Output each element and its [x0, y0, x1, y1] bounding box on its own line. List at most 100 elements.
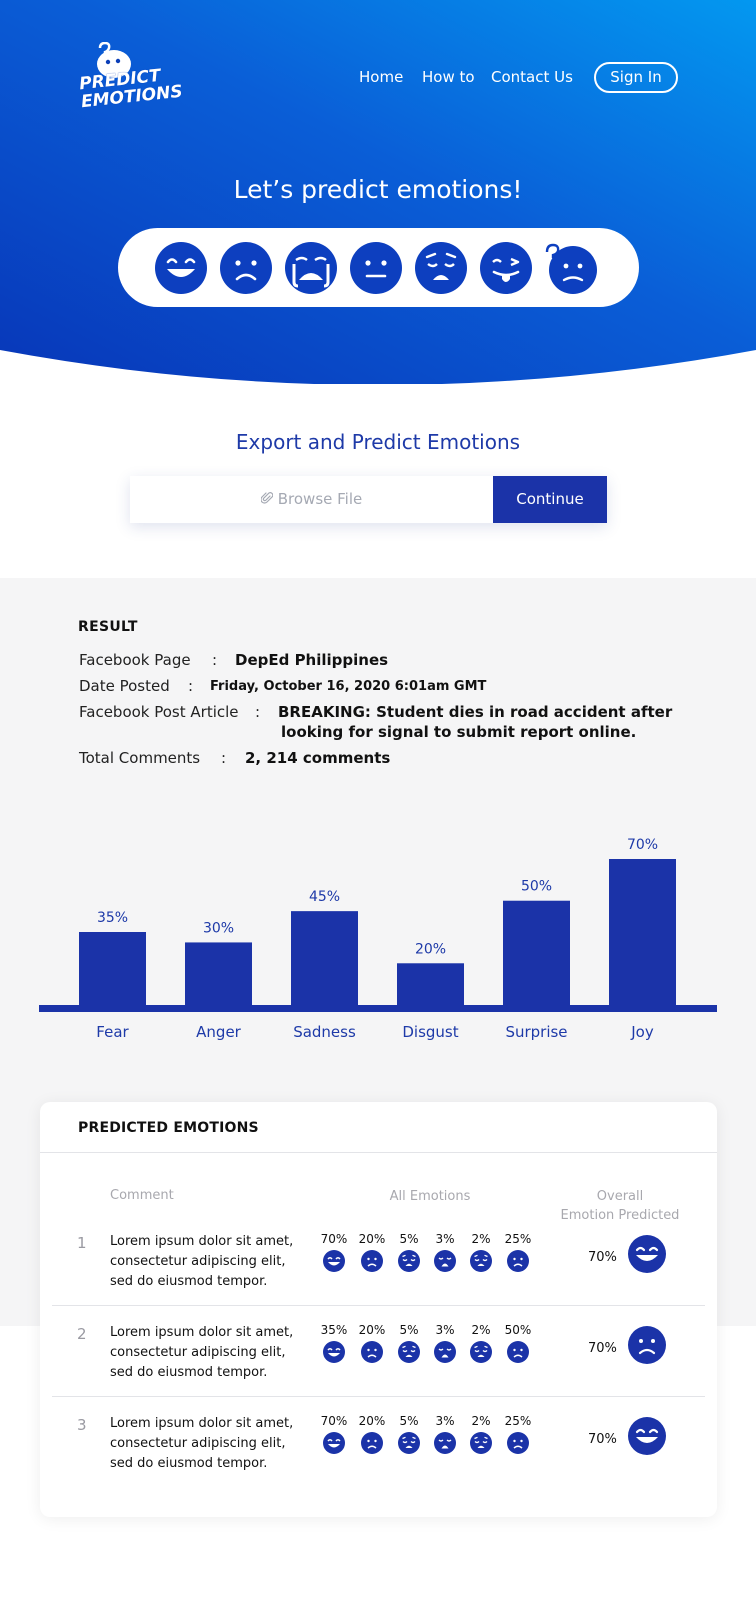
- prediction-row: 1 Lorem ipsum dolor sit amet, consectetur …: [40, 1222, 717, 1312]
- weary-icon: [398, 1341, 420, 1363]
- surprised-icon: [434, 1341, 456, 1363]
- comment-line: consectetur adipiscing elit,: [110, 1254, 286, 1269]
- prediction-row: 3 Lorem ipsum dolor sit amet, consectetur …: [40, 1404, 717, 1494]
- result-heading: RESULT: [78, 619, 138, 635]
- date-posted-label: Date Posted: [79, 677, 170, 695]
- emotion-percent: 5%: [399, 1232, 419, 1246]
- grinning-face-icon: [628, 1417, 666, 1455]
- row-number: 1: [77, 1234, 87, 1252]
- bar-anger: [185, 942, 252, 1005]
- comment-line: Lorem ipsum dolor sit amet,: [110, 1234, 294, 1249]
- tongue-out-face-icon[interactable]: [480, 242, 532, 294]
- post-article-label: Facebook Post Article: [79, 703, 239, 721]
- emotion-percent: 3%: [435, 1232, 455, 1246]
- frowning-face-icon[interactable]: [220, 242, 272, 294]
- sign-in-button[interactable]: Sign In: [594, 62, 678, 93]
- bar-fear: [79, 932, 146, 1005]
- bar-value-label: 70%: [627, 837, 658, 853]
- confused-face-icon[interactable]: [545, 242, 597, 294]
- emotion-bar-chart: 35% Fear 30% Anger 45% Sadness 20% Disgust 50% Su…: [39, 837, 717, 1041]
- emotion-percent: 25%: [504, 1232, 532, 1246]
- chart-baseline: [39, 1005, 717, 1012]
- row-number: 3: [77, 1416, 87, 1434]
- sad-icon: [507, 1250, 529, 1272]
- post-article-colon: :: [255, 703, 261, 721]
- predicted-emotions-card: PREDICTED EMOTIONS Comment All Emotions …: [40, 1102, 717, 1517]
- predict-emotions-logo[interactable]: PREDICT EMOTIONS: [78, 42, 184, 114]
- weary-icon: [398, 1432, 420, 1454]
- total-comments-value: 2, 214 comments: [245, 749, 391, 767]
- surprised-icon: [434, 1250, 456, 1272]
- emotion-percent: 3%: [435, 1323, 455, 1337]
- emotion-percent: 50%: [504, 1323, 532, 1337]
- weary-icon: [398, 1250, 420, 1272]
- page: PREDICT EMOTIONS Home How to Contact Us …: [0, 0, 756, 1600]
- category-label: Surprise: [505, 1023, 567, 1041]
- post-article-value-line2: looking for signal to submit report onli…: [281, 723, 637, 741]
- grinning-face-icon[interactable]: [155, 242, 207, 294]
- emotion-percent: 70%: [320, 1414, 348, 1428]
- neutral-face-icon[interactable]: [350, 242, 402, 294]
- browse-file-label: Browse File: [277, 490, 363, 508]
- overall-header-line1: Overall: [596, 1189, 644, 1204]
- comment-line: Lorem ipsum dolor sit amet,: [110, 1325, 294, 1340]
- frowning-face-icon: [628, 1326, 666, 1364]
- paperclip-icon: [260, 492, 273, 504]
- weary-icon: [470, 1341, 492, 1363]
- card-divider: [40, 1152, 717, 1153]
- overall-column-header: Overall Emotion Predicted: [550, 1187, 690, 1225]
- weary-icon: [470, 1250, 492, 1272]
- bar-value-label: 50%: [521, 879, 552, 895]
- comment-line: sed do eiusmod tempor.: [110, 1274, 268, 1289]
- browse-file-input[interactable]: Browse File: [130, 476, 493, 523]
- bar-surprise: [503, 900, 570, 1005]
- overall-percent: 70%: [588, 1432, 617, 1447]
- nav-home-link[interactable]: Home: [359, 68, 403, 86]
- emoji-selector-bar: [118, 228, 639, 307]
- continue-button[interactable]: Continue: [493, 476, 607, 523]
- emotion-percent: 2%: [471, 1323, 491, 1337]
- emotion-percent: 25%: [504, 1414, 532, 1428]
- category-label: Anger: [196, 1023, 242, 1041]
- emotion-percent: 20%: [358, 1232, 386, 1246]
- weary-icon: [470, 1432, 492, 1454]
- bar-value-label: 35%: [97, 910, 128, 926]
- bar-disgust: [397, 963, 464, 1005]
- bar-value-label: 20%: [415, 941, 446, 957]
- logo-text: PREDICT EMOTIONS: [78, 65, 183, 112]
- comment-line: sed do eiusmod tempor.: [110, 1365, 268, 1380]
- crying-face-icon[interactable]: [285, 242, 337, 294]
- date-posted-value: Friday, October 16, 2020 6:01am GMT: [210, 679, 487, 694]
- export-title: Export and Predict Emotions: [235, 430, 521, 454]
- sad-icon: [361, 1250, 383, 1272]
- comment-line: sed do eiusmod tempor.: [110, 1456, 268, 1471]
- overall-percent: 70%: [588, 1250, 617, 1265]
- file-upload-box: Browse File Continue: [130, 476, 607, 523]
- facebook-page-value: DepEd Philippines: [235, 651, 389, 669]
- category-label: Fear: [96, 1023, 129, 1041]
- emotion-percent: 5%: [399, 1323, 419, 1337]
- all-emotions-column-header: All Emotions: [389, 1189, 471, 1204]
- row-separator: [52, 1396, 705, 1397]
- sad-icon: [507, 1341, 529, 1363]
- category-label: Sadness: [293, 1023, 356, 1041]
- bar-sadness: [291, 911, 358, 1005]
- row-separator: [52, 1305, 705, 1306]
- grinning-face-icon: [628, 1235, 666, 1273]
- smile-icon: [323, 1341, 345, 1363]
- weary-face-icon[interactable]: [415, 242, 467, 294]
- category-label: Joy: [630, 1023, 654, 1041]
- nav-how-to-link[interactable]: How to: [422, 68, 475, 86]
- surprised-icon: [434, 1432, 456, 1454]
- row-comment: Lorem ipsum dolor sit amet, consectetur a…: [110, 1232, 310, 1292]
- comment-line: consectetur adipiscing elit,: [110, 1436, 286, 1451]
- emotion-percent: 5%: [399, 1414, 419, 1428]
- bar-joy: [609, 859, 676, 1005]
- emotion-percent: 20%: [358, 1414, 386, 1428]
- sad-icon: [361, 1341, 383, 1363]
- nav-contact-link[interactable]: Contact Us: [491, 68, 573, 86]
- emotion-percent: 2%: [471, 1414, 491, 1428]
- total-comments-label: Total Comments: [79, 749, 201, 767]
- comment-column-header: Comment: [110, 1188, 174, 1203]
- comment-line: Lorem ipsum dolor sit amet,: [110, 1416, 294, 1431]
